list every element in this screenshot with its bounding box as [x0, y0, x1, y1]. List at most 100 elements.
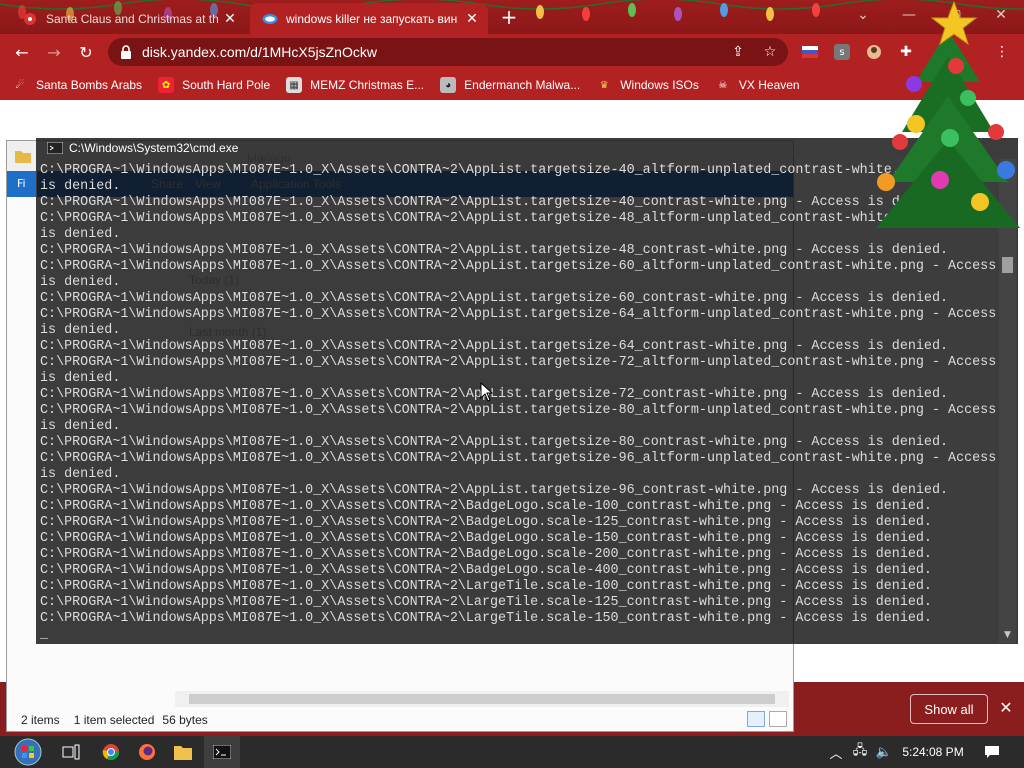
console-line: C:\PROGRA~1\WindowsApps\MI087E~1.0_X\Ass…: [40, 515, 932, 530]
network-icon[interactable]: 🖧: [850, 742, 870, 762]
cmd-icon[interactable]: [204, 736, 240, 768]
menu-dots-icon[interactable]: ⋮: [992, 42, 1012, 62]
forward-arrow-icon[interactable]: →: [42, 40, 66, 64]
scrollbar-thumb[interactable]: [1002, 257, 1013, 273]
tab-santa-claus[interactable]: Santa Claus and Christmas at th ✕: [10, 3, 246, 34]
notifications-icon[interactable]: [982, 742, 1002, 762]
task-view-icon[interactable]: [54, 736, 88, 768]
console-line: C:\PROGRA~1\WindowsApps\MI087E~1.0_X\Ass…: [40, 563, 932, 578]
url-text: disk.yandex.com/d/1MHcX5jsZnOckw: [142, 44, 377, 60]
browser-toolbar: ← → ↻ disk.yandex.com/d/1MHcX5jsZnOckw ⇪…: [0, 34, 1024, 70]
bookmark-windows-isos[interactable]: ♛ Windows ISOs: [596, 77, 699, 93]
console-line: C:\PROGRA~1\WindowsApps\MI087E~1.0_X\Ass…: [40, 451, 996, 466]
sunflower-icon: ✿: [158, 77, 175, 93]
show-all-downloads-button[interactable]: Show all: [910, 694, 988, 724]
bookmark-vx-heaven[interactable]: ☠ VX Heaven: [715, 77, 799, 93]
ribbon-file-tab[interactable]: Fi: [9, 171, 39, 197]
console-line: is denied.: [40, 323, 121, 338]
skull-icon: ☠: [718, 79, 728, 91]
bookmark-star-icon[interactable]: ☆: [760, 42, 780, 62]
close-tab-icon[interactable]: ✕: [222, 10, 238, 27]
clock[interactable]: 5:24:08 PM: [898, 736, 968, 768]
close-window-icon[interactable]: ✕: [978, 0, 1024, 30]
explorer-horizontal-scrollbar[interactable]: [175, 691, 789, 707]
console-line: C:\PROGRA~1\WindowsApps\MI087E~1.0_X\Ass…: [40, 547, 932, 562]
console-line: C:\PROGRA~1\WindowsApps\MI087E~1.0_X\Ass…: [40, 435, 949, 450]
address-bar[interactable]: disk.yandex.com/d/1MHcX5jsZnOckw: [108, 38, 788, 66]
avatar-extension-icon[interactable]: [864, 42, 884, 62]
console-line: C:\PROGRA~1\WindowsApps\MI087E~1.0_X\Ass…: [40, 595, 932, 610]
bookmark-endermanch[interactable]: ◕ Endermanch Malwa...: [440, 77, 580, 93]
console-line: C:\PROGRA~1\WindowsApps\MI087E~1.0_X\Ass…: [40, 307, 996, 322]
console-line: is denied.: [40, 275, 121, 290]
share-icon[interactable]: ⇪: [728, 42, 748, 62]
console-line: C:\PROGRA~1\WindowsApps\MI087E~1.0_X\Ass…: [40, 403, 996, 418]
tiles-view-button[interactable]: [769, 711, 787, 727]
christmas-icon: [22, 11, 38, 27]
extensions-puzzle-icon[interactable]: ✚: [896, 42, 916, 62]
scrollbar-thumb[interactable]: [189, 694, 775, 704]
extension-s-icon[interactable]: s: [832, 42, 852, 62]
volume-icon[interactable]: 🔈: [874, 742, 894, 762]
raccoon-icon: ◕: [440, 77, 457, 93]
explorer-icon[interactable]: [166, 736, 200, 768]
console-line: C:\PROGRA~1\WindowsApps\MI087E~1.0_X\Ass…: [40, 163, 996, 178]
taskbar: ︿ 🖧 🔈 5:24:08 PM: [0, 736, 1024, 768]
scroll-up-icon[interactable]: ▲: [999, 159, 1016, 175]
cmd-title: C:\Windows\System32\cmd.exe: [69, 141, 239, 155]
console-line: is denied.: [40, 227, 121, 242]
close-tab-icon[interactable]: ✕: [464, 10, 480, 27]
back-arrow-icon[interactable]: ←: [10, 40, 34, 64]
maximize-icon[interactable]: ▢: [932, 0, 978, 30]
console-line: C:\PROGRA~1\WindowsApps\MI087E~1.0_X\Ass…: [40, 483, 949, 498]
tab-title: Santa Claus and Christmas at th: [46, 11, 219, 26]
start-orb-icon[interactable]: [6, 736, 50, 768]
trophy-icon: ♛: [599, 79, 609, 91]
cmd-icon: [47, 142, 63, 154]
chrome-icon[interactable]: [94, 736, 128, 768]
tab-search-icon[interactable]: ⌄: [840, 0, 886, 30]
tab-strip: Santa Claus and Christmas at th ✕ window…: [0, 0, 1024, 34]
console-line: is denied.: [40, 179, 121, 194]
folder-icon: [15, 151, 31, 163]
console-line: is denied.: [40, 467, 121, 482]
item-count: 2 items: [21, 713, 60, 727]
bookmark-memz-christmas[interactable]: ▦ MEMZ Christmas E...: [286, 77, 424, 93]
flag-extension-icon[interactable]: [800, 42, 820, 62]
console-line: C:\PROGRA~1\WindowsApps\MI087E~1.0_X\Ass…: [40, 579, 932, 594]
explorer-status-bar: 2 items 1 item selected 56 bytes: [7, 709, 793, 731]
console-line: C:\PROGRA~1\WindowsApps\MI087E~1.0_X\Ass…: [40, 291, 949, 306]
tab-windows-killer[interactable]: windows killer не запускать вин ✕: [250, 3, 488, 34]
console-line: C:\PROGRA~1\WindowsApps\MI087E~1.0_X\Ass…: [40, 355, 996, 370]
fire-icon: ☄: [15, 79, 25, 91]
console-line: is denied.: [40, 371, 121, 386]
firefox-icon[interactable]: [130, 736, 164, 768]
console-output[interactable]: C:\PROGRA~1\WindowsApps\MI087E~1.0_X\Ass…: [40, 163, 996, 641]
show-hidden-icons-icon[interactable]: ︿: [826, 742, 846, 762]
bookmark-south-hard-pole[interactable]: ✿ South Hard Pole: [158, 77, 270, 93]
cmd-window[interactable]: C:\Windows\System32\cmd.exe C:\PROGRA~1\…: [36, 138, 1018, 644]
details-view-button[interactable]: [747, 711, 765, 727]
scroll-down-icon[interactable]: ▼: [999, 627, 1016, 643]
cmd-title-bar[interactable]: C:\Windows\System32\cmd.exe: [37, 139, 1017, 157]
new-tab-button[interactable]: +: [498, 6, 520, 28]
console-line: C:\PROGRA~1\WindowsApps\MI087E~1.0_X\Ass…: [40, 243, 949, 258]
console-line: _: [40, 627, 49, 641]
close-download-bar-icon[interactable]: ✕: [996, 698, 1016, 718]
memz-icon: ▦: [286, 77, 303, 93]
console-line: C:\PROGRA~1\WindowsApps\MI087E~1.0_X\Ass…: [40, 259, 996, 274]
reload-icon[interactable]: ↻: [74, 40, 98, 64]
console-line: C:\PROGRA~1\WindowsApps\MI087E~1.0_X\Ass…: [40, 195, 949, 210]
bookmarks-bar: ☄ Santa Bombs Arabs ✿ South Hard Pole ▦ …: [0, 70, 1024, 100]
bookmark-santa-bombs[interactable]: ☄ Santa Bombs Arabs: [12, 77, 143, 93]
console-line: C:\PROGRA~1\WindowsApps\MI087E~1.0_X\Ass…: [40, 339, 949, 354]
disk-icon: [262, 11, 278, 27]
console-line: C:\PROGRA~1\WindowsApps\MI087E~1.0_X\Ass…: [40, 387, 949, 402]
cmd-vertical-scrollbar[interactable]: ▲ ▼: [999, 159, 1016, 643]
console-line: C:\PROGRA~1\WindowsApps\MI087E~1.0_X\Ass…: [40, 211, 996, 226]
selection-size: 56 bytes: [162, 713, 208, 727]
console-line: is denied.: [40, 419, 121, 434]
minimize-icon[interactable]: —: [886, 0, 932, 30]
lock-icon: [121, 45, 131, 59]
tab-title: windows killer не запускать вин: [286, 11, 458, 26]
